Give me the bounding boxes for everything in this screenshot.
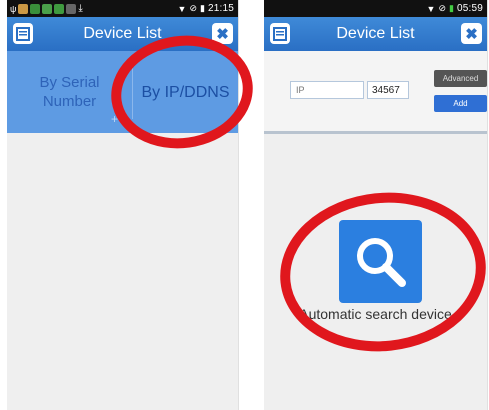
- tab-bar: By Serial Number By IP/DDNS: [7, 51, 238, 133]
- app-notification-icon: [18, 3, 29, 14]
- automatic-search-button[interactable]: [339, 220, 422, 303]
- app-notification-icon: [42, 3, 53, 14]
- usb-icon: ψ: [10, 3, 17, 14]
- close-icon: ✖: [216, 25, 229, 43]
- search-icon: [356, 237, 406, 287]
- page-title: Device List: [83, 25, 162, 42]
- wifi-icon: ▼: [177, 3, 187, 14]
- ip-field[interactable]: [290, 81, 364, 99]
- close-icon: ✖: [465, 25, 478, 43]
- right-screen: ▼ ⊘ ▮ 05:59 Device List ✖ Advanced Add: [264, 0, 488, 410]
- search-label: Automatic search device: [299, 306, 452, 322]
- menu-button[interactable]: [270, 23, 290, 44]
- add-button[interactable]: Add: [434, 95, 487, 112]
- no-signal-icon: ⊘: [438, 3, 447, 13]
- app-notification-icon: [66, 3, 77, 14]
- status-time: 05:59: [456, 3, 483, 14]
- battery-icon: ▮: [449, 3, 454, 13]
- device-list-area: [7, 133, 238, 410]
- menu-button[interactable]: [13, 23, 33, 44]
- plus-icon: +: [111, 112, 119, 126]
- app-notification-icon: [54, 3, 65, 14]
- close-button[interactable]: ✖: [461, 23, 482, 44]
- status-bar: ▼ ⊘ ▮ 05:59: [264, 0, 487, 17]
- battery-icon: ▮: [200, 3, 205, 13]
- tab-by-ip-ddns[interactable]: By IP/DDNS: [133, 51, 238, 133]
- left-screen: ψ ⤓ ▼ ⊘ ▮ 21:15 Device List ✖ By Serial …: [7, 0, 239, 410]
- status-bar: ψ ⤓ ▼ ⊘ ▮ 21:15: [7, 0, 238, 17]
- notification-icons: ψ ⤓: [7, 3, 83, 14]
- no-signal-icon: ⊘: [189, 3, 198, 13]
- close-button[interactable]: ✖: [212, 23, 233, 44]
- app-notification-icon: [30, 3, 41, 14]
- menu-icon: [273, 26, 287, 41]
- port-field[interactable]: [367, 81, 409, 99]
- page-title: Device List: [336, 25, 415, 42]
- wifi-icon: ▼: [426, 3, 436, 14]
- download-icon: ⤓: [78, 3, 83, 14]
- status-time: 21:15: [207, 3, 234, 14]
- advanced-button[interactable]: Advanced: [434, 70, 487, 87]
- menu-icon: [16, 26, 30, 41]
- title-bar: Device List ✖: [264, 17, 487, 51]
- ip-form: Advanced Add: [264, 51, 487, 134]
- title-bar: Device List ✖: [7, 17, 238, 51]
